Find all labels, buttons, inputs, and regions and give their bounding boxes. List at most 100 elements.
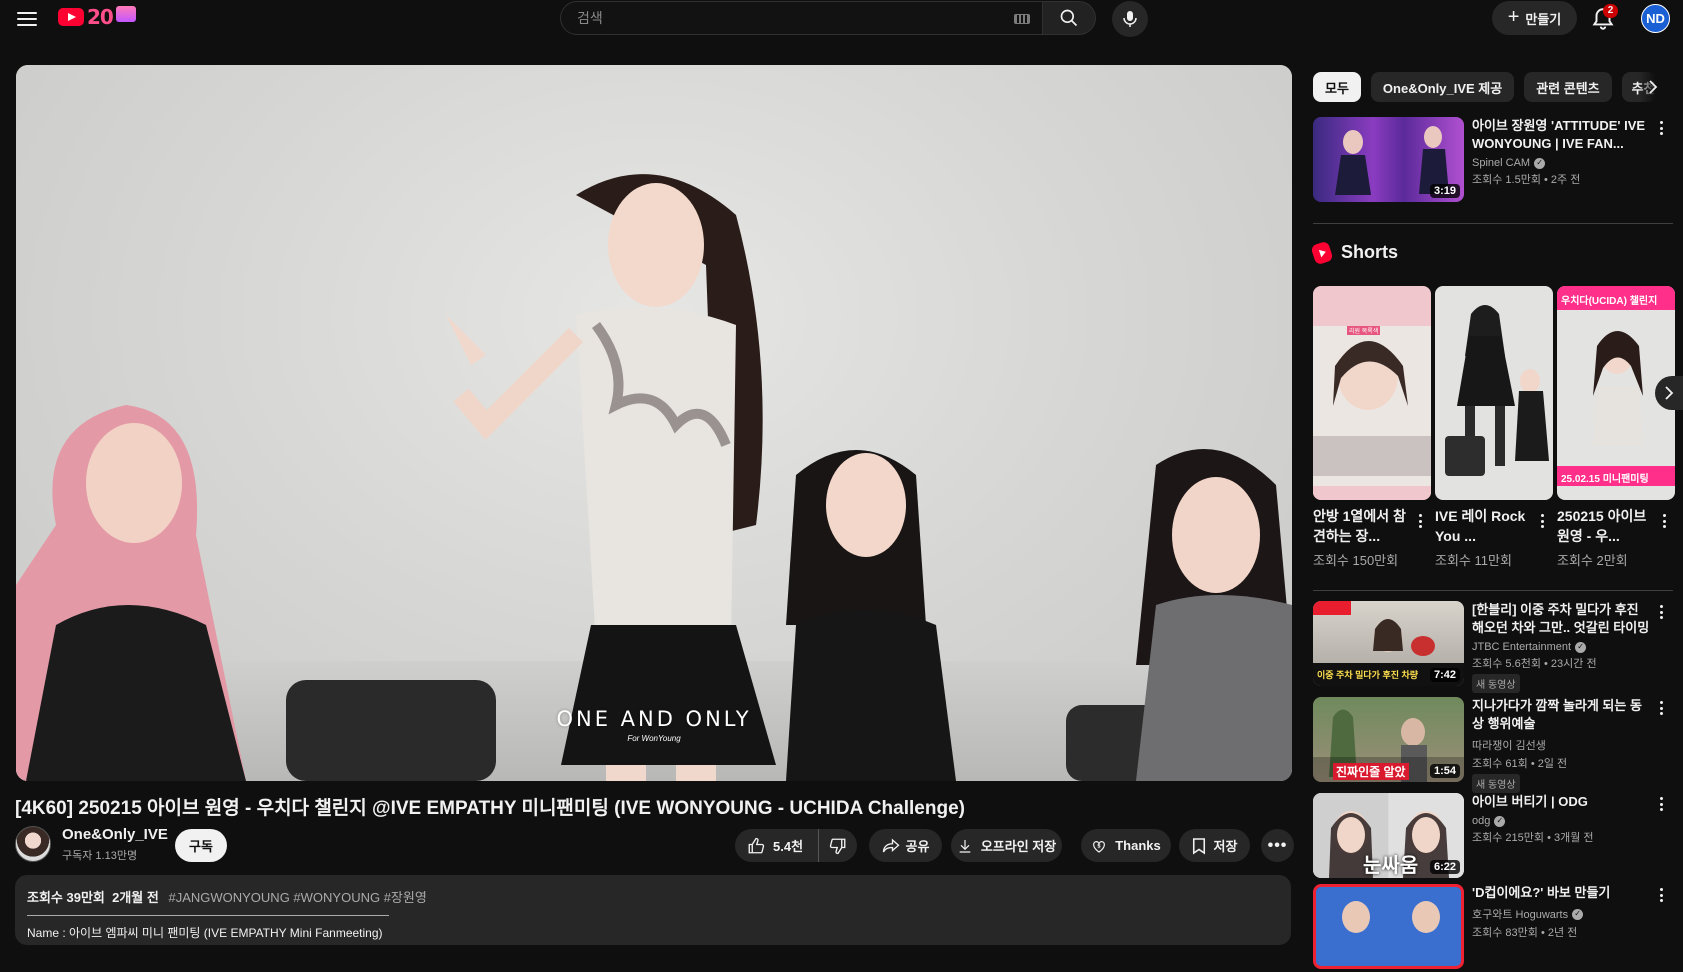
recommendation-title[interactable]: 아이브 버티기 | ODG [1472, 793, 1650, 811]
short-thumbnail[interactable]: 리원 목록색 [1313, 286, 1431, 500]
more-vertical-icon[interactable] [1659, 514, 1669, 528]
like-count: 5.4천 [773, 839, 804, 854]
description-divider [27, 915, 389, 916]
verified-icon [1575, 641, 1587, 653]
voice-search-button[interactable] [1112, 1, 1148, 37]
short-title[interactable]: 안방 1열에서 참견하는 장... [1313, 506, 1409, 546]
channel-name[interactable]: One&Only_IVE [62, 826, 168, 843]
youtube-play-icon [58, 8, 84, 26]
more-vertical-icon[interactable] [1655, 795, 1667, 813]
more-actions-button[interactable]: ••• [1261, 829, 1294, 862]
views-label: 조회수 61회 [1472, 758, 1528, 770]
recommendation-channel[interactable]: JTBC Entertainment [1472, 641, 1650, 653]
search-input[interactable] [577, 10, 997, 26]
video-caption-sub: For WonYoung [627, 734, 681, 743]
recommendation-channel[interactable]: 따라쟁이 김선생 [1472, 737, 1650, 753]
more-vertical-icon[interactable] [1415, 514, 1425, 528]
svg-text:$: $ [1097, 843, 1101, 849]
video-thumbnail[interactable]: 3:19 [1313, 117, 1464, 202]
shorts-icon [1310, 240, 1334, 265]
video-player[interactable]: ONE AND ONLY For WonYoung [16, 65, 1292, 781]
hashtags[interactable]: #JANGWONYOUNG #WONYOUNG #장원영 [168, 890, 426, 905]
chip-all[interactable]: 모두 [1313, 72, 1361, 102]
description-box[interactable]: 조회수 39만회 2개월 전 #JANGWONYOUNG #WONYOUNG #… [15, 875, 1291, 945]
section-divider [1313, 223, 1673, 224]
keyboard-icon[interactable] [1014, 14, 1030, 24]
microphone-icon [1123, 11, 1137, 27]
upload-age: 2개월 전 [112, 890, 159, 905]
video-duration: 1:54 [1429, 764, 1460, 778]
filter-chips: 모두 One&Only_IVE 제공 관련 콘텐츠 추천 [1313, 72, 1656, 102]
recommendation-item[interactable]: 눈싸움 6:22 아이브 버티기 | ODG odg 조회수 215만회 • 3… [1313, 793, 1673, 881]
new-video-badge: 새 동영상 [1472, 674, 1520, 693]
recommendation-channel[interactable]: Spinel CAM [1472, 157, 1650, 169]
verified-icon [1534, 157, 1546, 169]
plus-icon: + [1507, 6, 1520, 28]
thanks-button[interactable]: $ Thanks [1081, 829, 1171, 862]
age-label: 2년 전 [1547, 927, 1578, 939]
more-horizontal-icon: ••• [1267, 836, 1288, 854]
recommendation-channel[interactable]: 호구와트 Hoguwarts [1472, 906, 1650, 922]
download-button[interactable]: 오프라인 저장 [951, 829, 1062, 862]
download-icon [959, 839, 971, 853]
recommendation-info: 지나가다가 깜짝 놀라게 되는 동상 행위예술 따라쟁이 김선생 조회수 61회… [1472, 697, 1650, 793]
thumbs-up-icon [748, 837, 765, 853]
chevron-right-icon [1665, 386, 1674, 400]
recommendation-channel[interactable]: odg [1472, 815, 1650, 827]
thanks-icon: $ [1093, 840, 1106, 853]
video-thumbnail[interactable]: 이중 주차 밀다가 후진 차량 7:42 [1313, 601, 1464, 686]
chevron-right-icon[interactable] [1640, 74, 1666, 100]
logo-anniversary-text: 20 [87, 5, 114, 29]
video-thumbnail[interactable] [1313, 884, 1464, 969]
menu-icon[interactable] [14, 6, 40, 32]
shorts-next-button[interactable] [1655, 376, 1683, 410]
short-item[interactable]: 리원 목록색 안방 1열에서 참견하는 장... 조회수 150만회 [1313, 286, 1431, 568]
recommendation-title[interactable]: [한블리] 이중 주차 밀다가 후진해오던 차와 그만.. 엇갈린 타이밍의 .… [1472, 601, 1650, 637]
recommendation-stats: 조회수 83만회 • 2년 전 [1472, 927, 1578, 939]
short-item[interactable]: IVE 레이 Rock You ... 조회수 11만회 [1435, 286, 1553, 568]
more-vertical-icon[interactable] [1655, 699, 1667, 717]
verified-icon [1494, 815, 1506, 827]
bookmark-icon [1192, 837, 1205, 854]
subscribe-button[interactable]: 구독 [175, 829, 227, 862]
recommendation-stats: 조회수 5.6천회 • 23시간 전 [1472, 658, 1597, 670]
channel-label: Spinel CAM [1472, 157, 1531, 169]
video-title: [4K60] 250215 아이브 원영 - 우치다 챌린지 @IVE EMPA… [15, 798, 965, 819]
youtube-logo[interactable]: 20 [58, 5, 136, 29]
short-thumbnail[interactable] [1435, 286, 1553, 500]
channel-label: 호구와트 Hoguwarts [1472, 909, 1569, 921]
create-button[interactable]: + 만들기 [1492, 1, 1577, 35]
recommendation-item[interactable]: 3:19 아이브 장원영 'ATTITUDE' IVE WONYOUNG | I… [1313, 117, 1673, 205]
video-duration: 6:22 [1429, 860, 1460, 874]
dislike-button[interactable] [819, 829, 857, 862]
video-thumbnail[interactable]: 눈싸움 6:22 [1313, 793, 1464, 878]
views-label: 조회수 5.6천회 [1472, 658, 1541, 670]
age-label: 23시간 전 [1550, 658, 1597, 670]
recommendation-item[interactable]: 'D컵이에요?' 바보 만들기 호구와트 Hoguwarts 조회수 83만회 … [1313, 884, 1673, 972]
chip-from-channel[interactable]: One&Only_IVE 제공 [1370, 72, 1515, 102]
short-title[interactable]: 250215 아이브 원영 - 우... [1557, 506, 1653, 546]
search-button[interactable] [1043, 1, 1096, 35]
share-button[interactable]: 공유 [869, 829, 942, 862]
recommendation-item[interactable]: 진짜인줄 알았 1:54 지나가다가 깜짝 놀라게 되는 동상 행위예술 따라쟁… [1313, 697, 1673, 793]
recommendation-stats: 조회수 1.5만회 • 2주 전 [1472, 174, 1581, 186]
chip-related[interactable]: 관련 콘텐츠 [1524, 72, 1612, 102]
account-avatar[interactable]: ND [1641, 4, 1670, 33]
download-label: 오프라인 저장 [980, 839, 1057, 854]
age-label: 2주 전 [1550, 174, 1581, 186]
recommendation-title[interactable]: 아이브 장원영 'ATTITUDE' IVE WONYOUNG | IVE FA… [1472, 117, 1650, 153]
recommendation-title[interactable]: 지나가다가 깜짝 놀라게 되는 동상 행위예술 [1472, 697, 1650, 733]
more-vertical-icon[interactable] [1655, 886, 1667, 904]
save-button[interactable]: 저장 [1179, 829, 1250, 862]
more-vertical-icon[interactable] [1655, 119, 1667, 137]
more-vertical-icon[interactable] [1655, 603, 1667, 621]
channel-avatar[interactable] [15, 826, 51, 862]
video-duration: 3:19 [1429, 184, 1460, 198]
like-button[interactable]: 5.4천 [735, 829, 819, 862]
recommendation-title[interactable]: 'D컵이에요?' 바보 만들기 [1472, 884, 1650, 902]
video-caption: ONE AND ONLY [556, 707, 752, 731]
recommendation-item[interactable]: 이중 주차 밀다가 후진 차량 7:42 [한블리] 이중 주차 밀다가 후진해… [1313, 601, 1673, 693]
more-vertical-icon[interactable] [1537, 514, 1547, 528]
short-title[interactable]: IVE 레이 Rock You ... [1435, 506, 1531, 546]
video-thumbnail[interactable]: 진짜인줄 알았 1:54 [1313, 697, 1464, 782]
